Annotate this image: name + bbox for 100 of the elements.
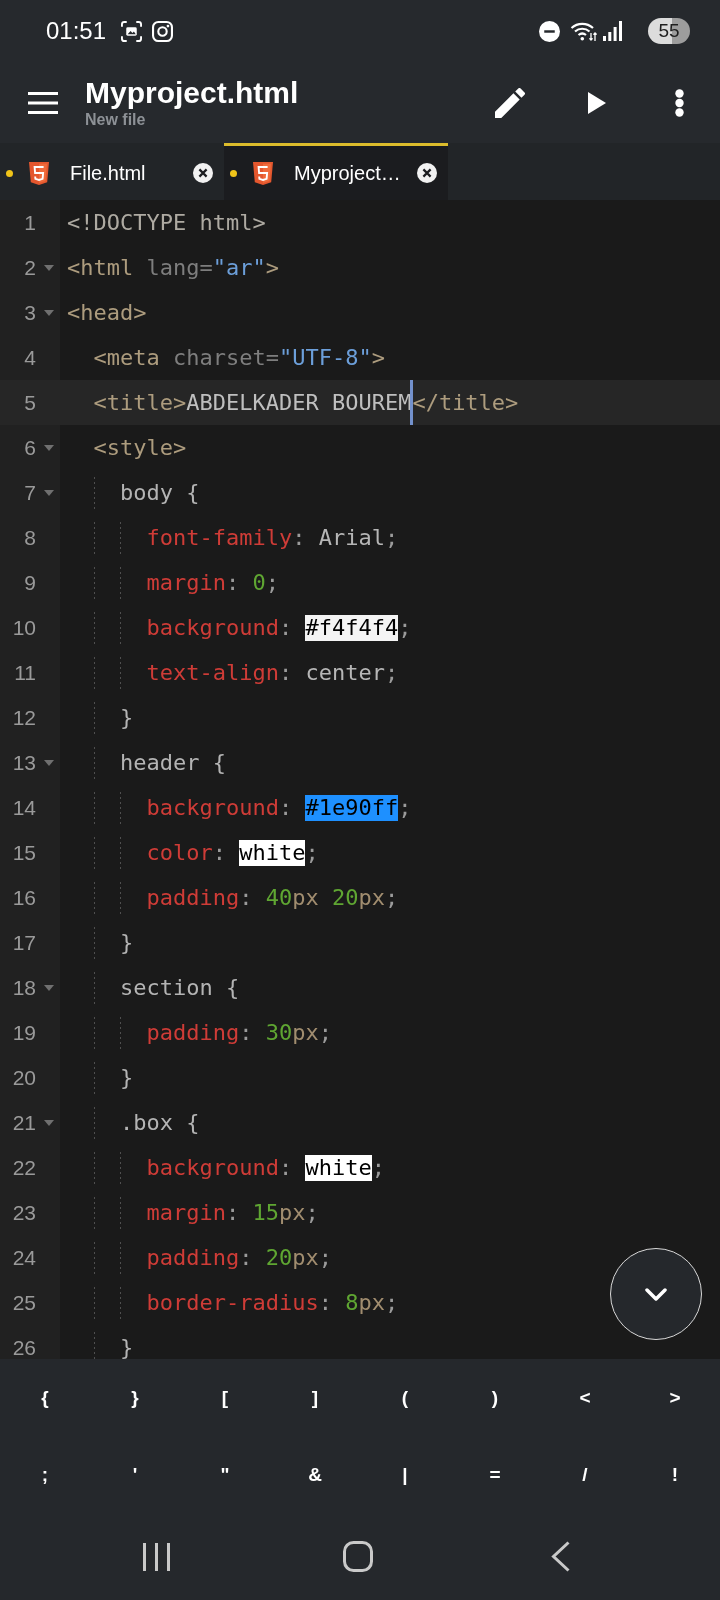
code-line: <head> [67,299,147,326]
code-text: ; [371,1154,385,1181]
battery-indicator: 55 [648,18,690,44]
line-number: 8 [23,524,36,551]
line-number: 24 [11,1244,36,1271]
line-number: 1 [23,209,36,236]
chevron-down-icon [645,1287,667,1301]
code-line: body { [120,479,200,506]
code-line: text-align: center; [146,659,399,686]
file-title: Myproject.html [85,75,299,110]
file-subtitle: New file [85,109,146,130]
editor-tab[interactable]: File.html [0,143,224,200]
fold-arrow-icon[interactable] [44,489,54,496]
code-line: margin: 15px; [146,1199,319,1226]
code-line: header { [120,749,226,776]
line-number: 26 [11,1334,36,1359]
code-text: ; [398,794,412,821]
line-number: 5 [23,389,36,416]
symbol-key[interactable]: | [381,1450,429,1499]
symbol-key[interactable]: & [291,1450,339,1499]
html-file-icon [253,161,273,185]
color-value: white [305,1154,372,1181]
fold-arrow-icon[interactable] [44,1119,54,1126]
color-value: #f4f4f4 [305,614,399,641]
code-line: } [120,929,134,956]
signal-icon [603,21,622,41]
fold-arrow-icon[interactable] [44,444,54,451]
code-line: <meta charset="UTF-8"> [93,344,385,371]
line-number: 25 [11,1289,36,1316]
line-number: 15 [11,839,36,866]
code-line: section { [120,974,240,1001]
symbol-key[interactable]: " [201,1450,249,1499]
line-number: 20 [11,1064,36,1091]
code-text: background: [146,1154,294,1181]
back-icon[interactable] [551,1541,570,1572]
line-number: 18 [11,974,36,1001]
code-line: } [120,704,134,731]
line-number: 4 [23,344,36,371]
line-number: 11 [13,659,36,686]
symbol-key[interactable]: ' [111,1450,159,1499]
line-number: 2 [23,254,36,281]
code-text: color: [146,839,227,866]
fold-arrow-icon[interactable] [44,984,54,991]
fold-arrow-icon[interactable] [44,759,54,766]
symbol-key[interactable]: { [21,1373,69,1422]
line-number: 23 [11,1199,36,1226]
status-time: 01:51 [46,17,107,45]
line-number: 14 [11,794,36,821]
code-line: margin: 0; [146,569,279,596]
line-number: 10 [11,614,36,641]
editor-tab[interactable]: Myproject… [224,143,448,200]
wifi-icon [570,20,597,42]
code-line: .box { [120,1109,200,1136]
code-line: } [120,1334,134,1359]
line-number: 7 [23,479,36,506]
close-icon[interactable] [417,163,437,183]
symbol-key[interactable]: ( [381,1373,429,1422]
color-value: white [239,839,306,866]
line-number: 13 [11,749,36,776]
line-number: 9 [23,569,36,596]
pencil-icon[interactable] [495,87,525,118]
symbol-key[interactable]: > [651,1373,699,1422]
code-text: ; [305,839,319,866]
menu-icon[interactable] [28,91,58,114]
symbol-key[interactable]: ] [291,1373,339,1422]
play-icon[interactable] [588,91,606,114]
code-text: <title>ABDELKADER BOUREM [93,389,412,416]
symbol-key[interactable]: / [561,1450,609,1499]
code-line: } [120,1064,134,1091]
code-line: padding: 40px 20px; [146,884,399,911]
symbol-key[interactable]: } [111,1373,159,1422]
line-number: 16 [11,884,36,911]
camera-icon [152,20,174,42]
close-icon[interactable] [193,163,213,183]
html-file-icon [29,161,49,185]
line-number: 3 [23,299,36,326]
code-text: background: [146,614,294,641]
text-cursor [410,380,414,425]
code-text: ; [398,614,412,641]
code-text: </title> [412,389,519,416]
do-not-disturb-icon [539,20,560,42]
recent-apps-icon[interactable] [143,1542,170,1571]
home-icon[interactable] [343,1541,373,1572]
symbol-key[interactable]: ; [21,1450,69,1499]
symbol-key[interactable]: < [561,1373,609,1422]
symbol-key[interactable]: ! [651,1450,699,1499]
code-line: padding: 20px; [146,1244,332,1271]
code-line: <html lang="ar"> [67,254,279,281]
code-editor[interactable] [0,200,720,1359]
fold-arrow-icon[interactable] [44,264,54,271]
line-number: 22 [11,1154,36,1181]
screenshot-icon [121,20,143,42]
line-number: 19 [11,1019,36,1046]
more-icon[interactable] [675,88,684,117]
symbol-key[interactable]: [ [201,1373,249,1422]
line-number: 12 [11,704,36,731]
fold-arrow-icon[interactable] [44,309,54,316]
symbol-key[interactable]: ) [471,1373,519,1422]
symbol-key[interactable]: = [471,1450,519,1499]
code-line: <!DOCTYPE html> [67,209,266,236]
